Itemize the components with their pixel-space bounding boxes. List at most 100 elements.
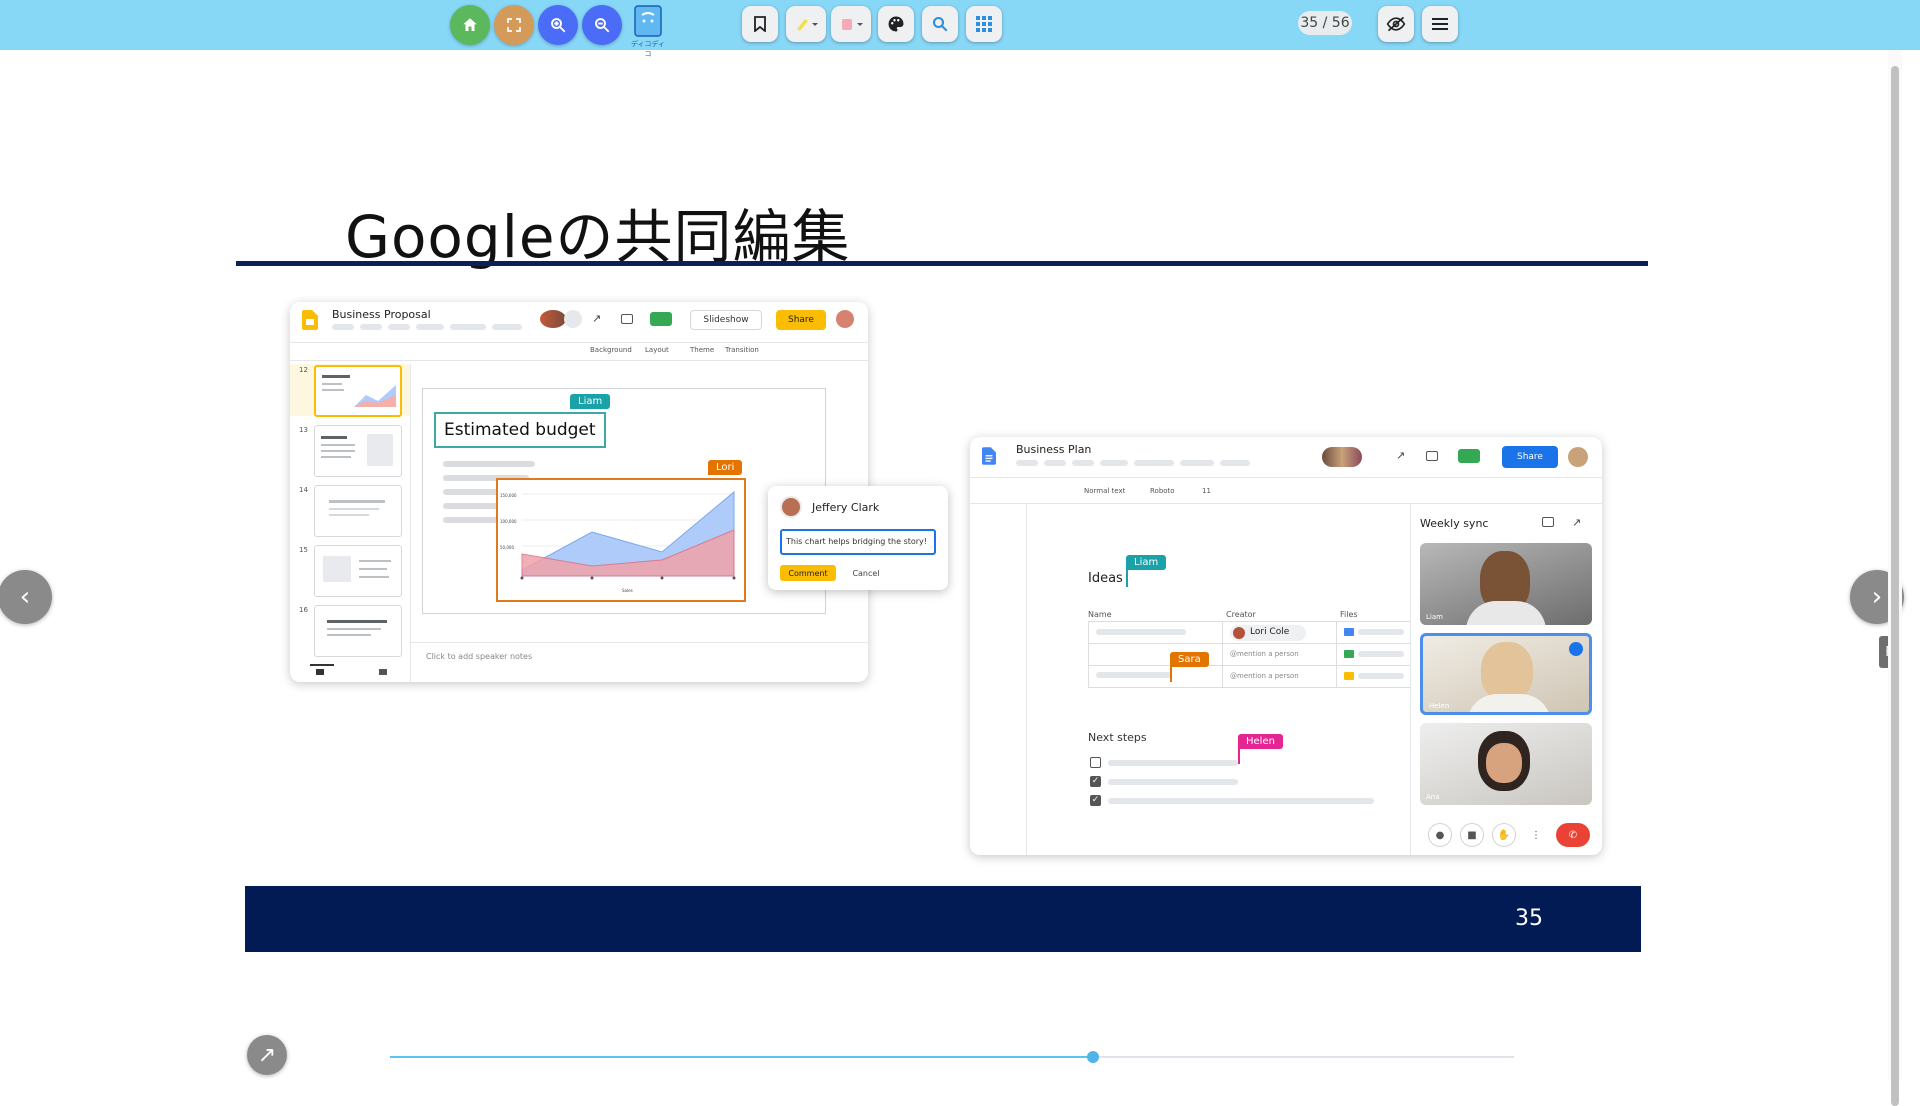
- commenter-avatar: [780, 496, 802, 518]
- heading-next-steps: Next steps: [1088, 731, 1147, 744]
- column-creator: Creator: [1226, 610, 1256, 619]
- mention-placeholder: @mention a person: [1230, 650, 1299, 658]
- docs-share-button: Share: [1502, 446, 1558, 468]
- speaking-icon: [1569, 642, 1583, 656]
- video-tile-liam: Liam: [1420, 543, 1592, 625]
- previous-page-button[interactable]: ‹: [0, 570, 52, 624]
- zoom-in-icon[interactable]: [538, 5, 578, 45]
- meet-title: Weekly sync: [1420, 517, 1489, 530]
- y-tick-label: 100,000: [500, 519, 517, 524]
- slide-thumbnail: [314, 545, 402, 597]
- expand-button[interactable]: ↗: [247, 1035, 287, 1075]
- thumb-number: 14: [299, 486, 308, 494]
- camera-icon: ■: [1460, 823, 1484, 847]
- page-progress-slider[interactable]: [390, 1051, 1514, 1063]
- size-select: 11: [1202, 487, 1211, 495]
- progress-fill: [390, 1056, 1093, 1058]
- slide-thumbnail: [314, 365, 402, 417]
- docs-file-icon: [1344, 628, 1354, 636]
- y-tick-label: 150,000: [500, 493, 517, 498]
- mic-icon: ●: [1428, 823, 1452, 847]
- trend-icon: ↗: [1396, 449, 1406, 462]
- arrow-up-right-icon: ↗: [257, 1042, 277, 1068]
- zoom-out-icon[interactable]: [582, 5, 622, 45]
- user-avatar: [836, 310, 854, 328]
- docs-share-label: Share: [1517, 452, 1543, 462]
- menu-icon[interactable]: [1422, 6, 1458, 42]
- progress-knob[interactable]: [1086, 1051, 1099, 1063]
- cursor-tag-liam: Liam: [1126, 555, 1167, 570]
- participant-name: Ana: [1426, 793, 1440, 801]
- column-name: Name: [1088, 610, 1112, 619]
- participant-name: Liam: [1426, 613, 1443, 621]
- thumb-number: 15: [299, 546, 308, 554]
- collaborator-avatars: [1322, 447, 1362, 467]
- menu-transition: Transition: [725, 346, 759, 354]
- logo-caption: ディコディコ: [630, 40, 666, 58]
- menu-theme: Theme: [690, 346, 715, 354]
- hide-icon[interactable]: [1378, 6, 1414, 42]
- slides-share-button: Share: [776, 310, 826, 330]
- column-files: Files: [1340, 610, 1358, 619]
- scrollbar-thumb[interactable]: [1891, 66, 1899, 1106]
- slides-share-label: Share: [788, 315, 814, 325]
- slideshow-button: Slideshow: [690, 310, 762, 330]
- collaborator-avatars: [540, 310, 566, 328]
- comments-icon: [621, 314, 633, 324]
- search-icon[interactable]: [922, 6, 958, 42]
- cursor-tag-liam: Liam: [570, 394, 611, 409]
- heading-ideas: Ideas: [1088, 571, 1123, 586]
- more-options-icon: ⋮: [1531, 829, 1541, 841]
- checklist-checkbox: [1090, 757, 1101, 768]
- comments-icon: [1426, 451, 1438, 461]
- docs-app-screenshot: Business Plan ↗ Share Normal text Roboto…: [970, 437, 1602, 855]
- participant-name: Helen: [1429, 702, 1450, 710]
- title-rule: [236, 261, 1648, 266]
- cancel-button: Cancel: [852, 568, 880, 578]
- comment-card: Jeffery Clark This chart helps bridging …: [768, 486, 948, 590]
- chevron-right-icon: ›: [1871, 582, 1883, 612]
- checklist-checkbox-checked: ✓: [1090, 795, 1101, 806]
- slides-doc-title: Business Proposal: [332, 308, 431, 321]
- user-avatar: [1568, 447, 1588, 467]
- thumb-number: 13: [299, 426, 308, 434]
- cursor-tag-helen: Helen: [1238, 734, 1283, 749]
- palette-icon[interactable]: [878, 6, 914, 42]
- vertical-scrollbar[interactable]: [1888, 50, 1902, 1106]
- thumb-number: 16: [299, 606, 308, 614]
- slide-page-number: 35: [1515, 906, 1543, 931]
- fullscreen-icon[interactable]: [494, 5, 534, 45]
- home-icon[interactable]: [450, 5, 490, 45]
- style-select: Normal text: [1084, 487, 1126, 495]
- meet-icon: [650, 312, 672, 326]
- open-external-icon: ↗: [1572, 516, 1582, 529]
- cursor-tag-sara: Sara: [1170, 652, 1209, 667]
- slides-file-icon: [1344, 672, 1354, 680]
- font-select: Roboto: [1150, 487, 1175, 495]
- grid-icon[interactable]: [966, 6, 1002, 42]
- creator-name: Lori Cole: [1250, 627, 1290, 637]
- pip-icon: [1542, 517, 1554, 527]
- mention-placeholder: @mention a person: [1230, 672, 1299, 680]
- app-logo[interactable]: ディコディコ: [630, 3, 666, 58]
- slide-thumbnail: [314, 485, 402, 537]
- page-counter: 35 / 56: [1298, 11, 1352, 35]
- end-call-icon: ✆: [1556, 823, 1590, 847]
- slide-thumbnail: [314, 605, 402, 657]
- checklist-checkbox-checked: ✓: [1090, 776, 1101, 787]
- comment-button: Comment: [780, 565, 836, 581]
- speaker-notes-placeholder: Click to add speaker notes: [426, 652, 533, 661]
- thumb-number: 12: [299, 366, 308, 374]
- bookmark-icon[interactable]: [742, 6, 778, 42]
- video-tile-ana: Ana: [1420, 723, 1592, 805]
- cursor-tag-lori: Lori: [708, 460, 743, 475]
- raise-hand-icon: ✋: [1492, 823, 1516, 847]
- slide-thumbnail: [314, 425, 402, 477]
- highlighter-icon[interactable]: [786, 6, 826, 42]
- x-axis-label: Sales: [622, 588, 633, 593]
- menu-background: Background: [590, 346, 632, 354]
- y-tick-label: 50,000: [500, 545, 514, 550]
- trend-icon: ↗: [592, 312, 602, 325]
- eraser-icon[interactable]: [831, 6, 871, 42]
- slides-logo-icon: [302, 310, 318, 330]
